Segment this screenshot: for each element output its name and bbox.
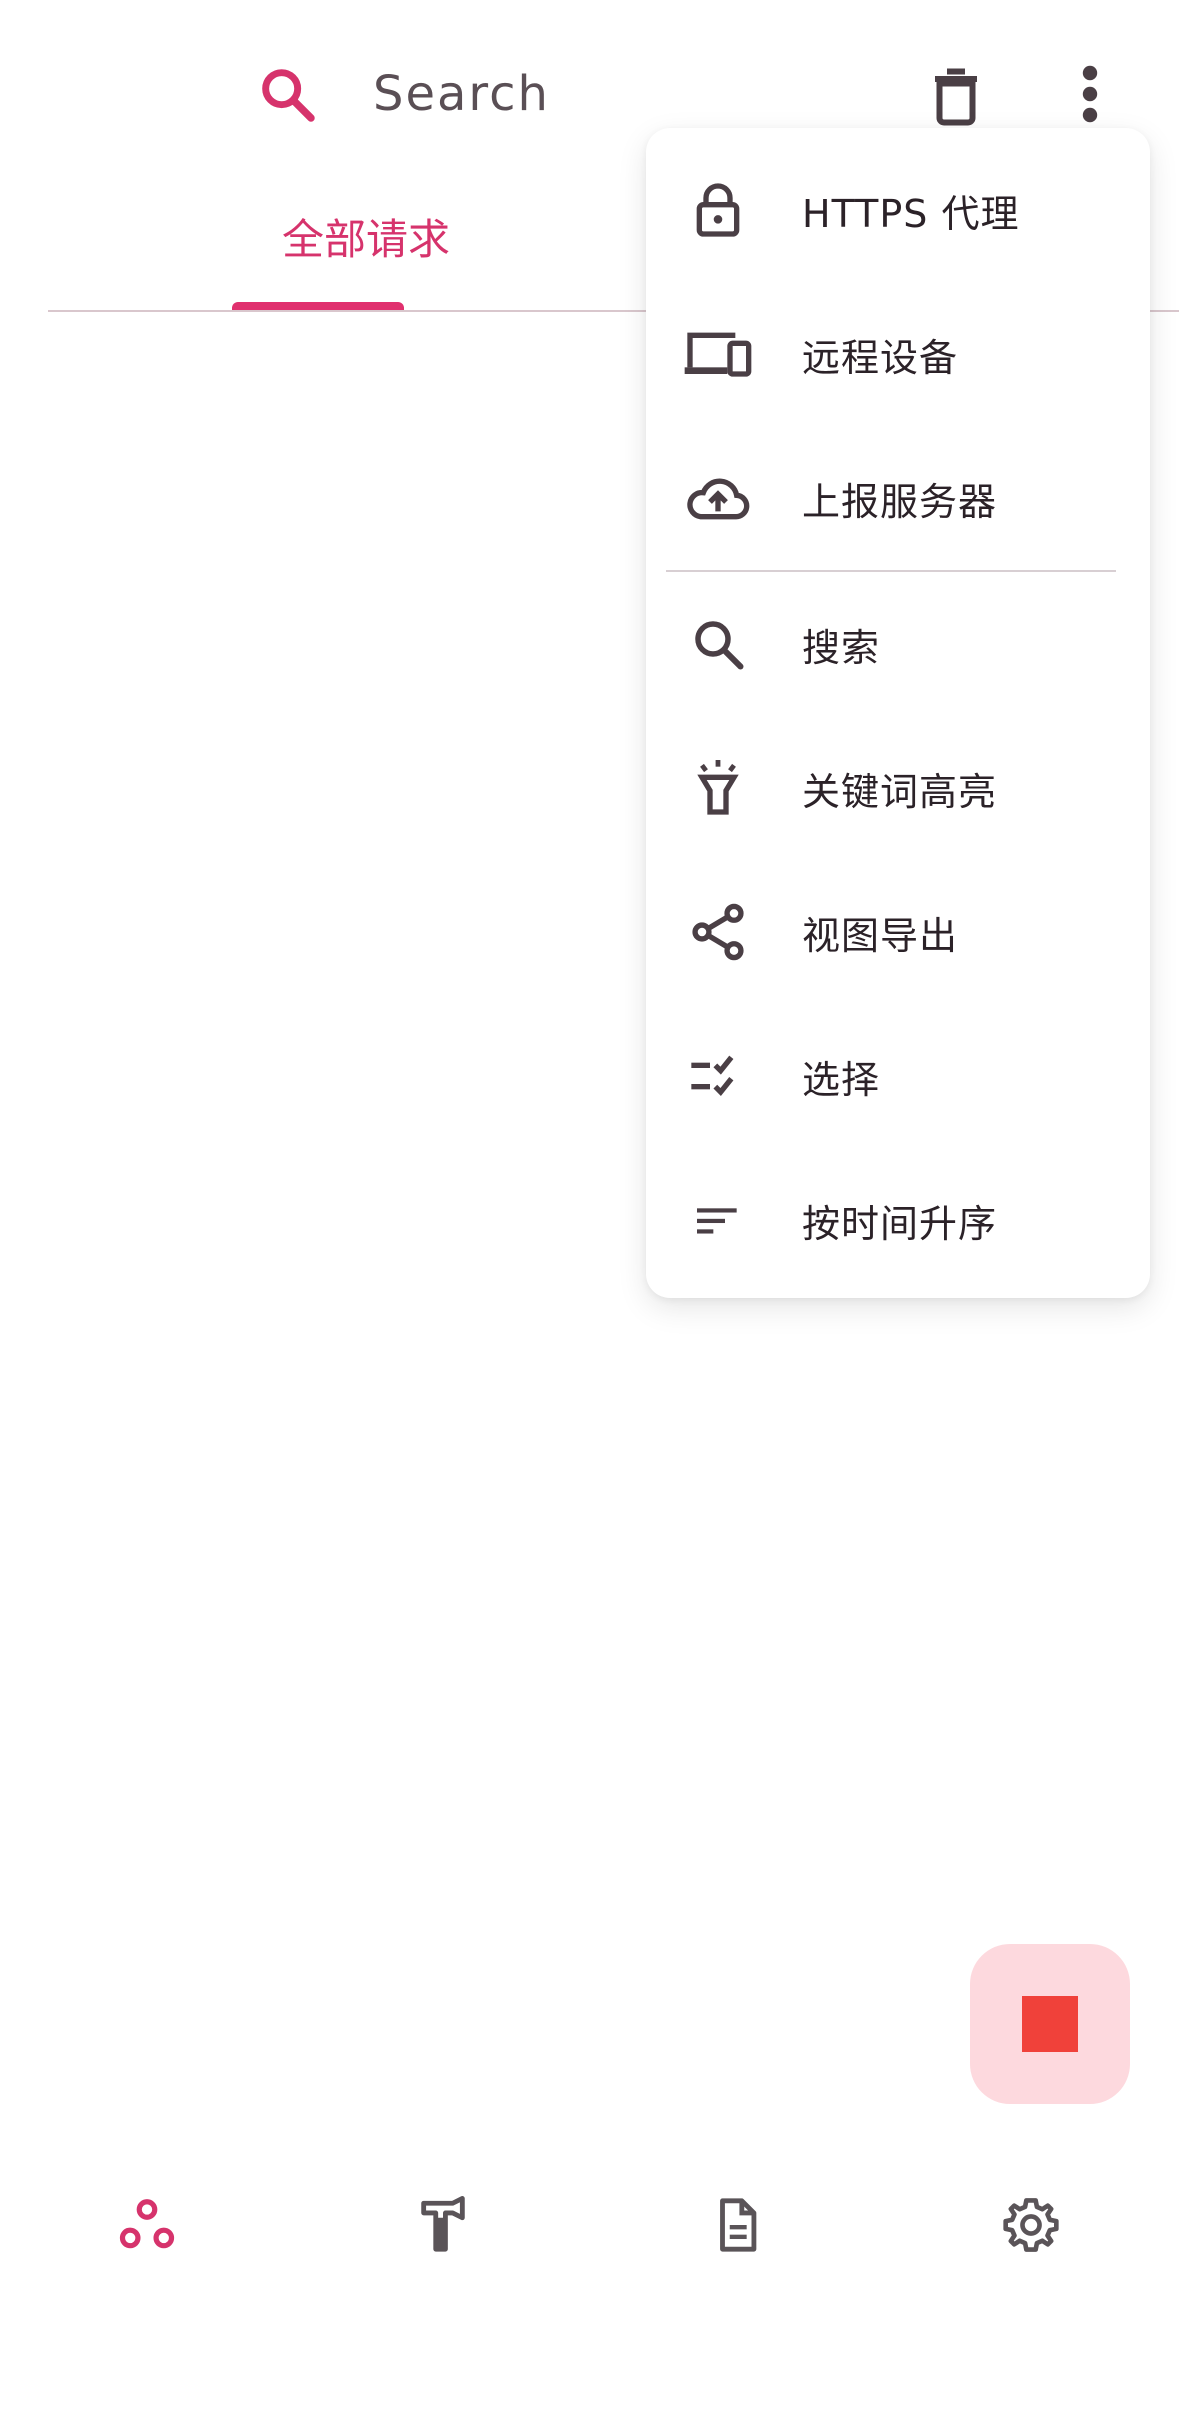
menu-item-sort-time-asc[interactable]: 按时间升序 [646, 1148, 1150, 1292]
menu-item-label: 关键词高亮 [802, 769, 998, 814]
nav-toolbox-icon[interactable] [398, 2180, 488, 2270]
search-icon[interactable] [255, 62, 319, 126]
more-vert-icon[interactable] [1060, 58, 1120, 130]
highlight-icon [680, 750, 756, 826]
share-icon [680, 894, 756, 970]
devices-icon [680, 316, 756, 392]
overflow-menu: HTTPS 代理 远程设备 上报服务器 搜索 关键词高亮 视图导出 选择 按时间… [646, 128, 1150, 1298]
menu-item-label: 视图导出 [802, 913, 959, 958]
nav-network-icon[interactable] [102, 2180, 192, 2270]
menu-item-https-proxy[interactable]: HTTPS 代理 [646, 138, 1150, 282]
sort-icon [680, 1182, 756, 1258]
search-icon [680, 606, 756, 682]
menu-item-label: 搜索 [802, 625, 881, 670]
nav-settings-icon[interactable] [986, 2180, 1076, 2270]
stop-icon [1022, 1996, 1078, 2052]
menu-item-remote-devices[interactable]: 远程设备 [646, 282, 1150, 426]
bottom-navigation [0, 2160, 1179, 2300]
menu-item-report-server[interactable]: 上报服务器 [646, 426, 1150, 570]
tab-all-requests[interactable]: 全部请求 [228, 210, 504, 308]
delete-icon[interactable] [920, 58, 992, 130]
menu-item-view-export[interactable]: 视图导出 [646, 860, 1150, 1004]
stop-capture-button[interactable] [970, 1944, 1130, 2104]
menu-item-label: 上报服务器 [802, 479, 998, 524]
menu-item-keyword-highlight[interactable]: 关键词高亮 [646, 716, 1150, 860]
menu-item-label: 按时间升序 [802, 1201, 998, 1246]
checklist-icon [680, 1038, 756, 1114]
app-root: Search 全部请求 HTTPS 代理 远程设备 上报服务器 搜索 关键词高亮… [0, 0, 1179, 2411]
search-input[interactable]: Search [373, 62, 550, 126]
menu-item-label: 选择 [802, 1057, 881, 1102]
menu-item-search[interactable]: 搜索 [646, 572, 1150, 716]
lock-icon [680, 172, 756, 248]
nav-document-icon[interactable] [692, 2180, 782, 2270]
cloud-upload-icon [680, 460, 756, 536]
menu-item-label: HTTPS 代理 [802, 191, 1020, 236]
menu-item-select[interactable]: 选择 [646, 1004, 1150, 1148]
menu-item-label: 远程设备 [802, 335, 959, 380]
